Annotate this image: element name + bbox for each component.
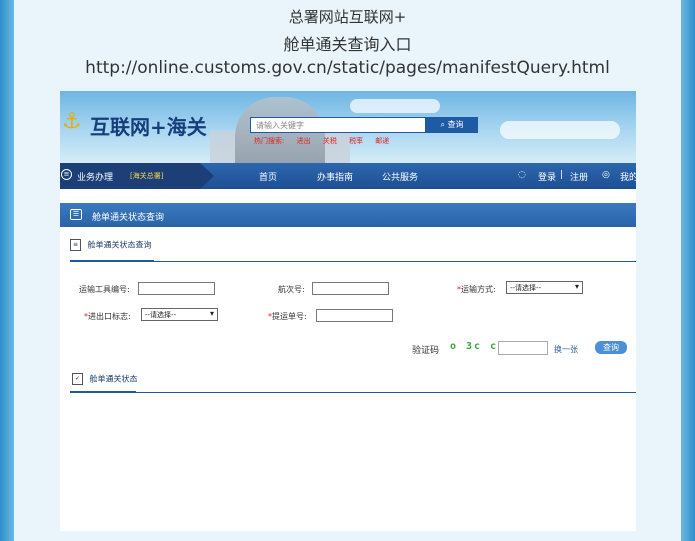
tab-active-indicator [70,260,154,262]
search-input[interactable]: 请输入关键字 [250,117,426,133]
left-frame-border [0,0,14,541]
ie-flag-select[interactable]: --请选择-- [141,308,218,321]
tab-results-label: 舱单通关状态 [89,374,138,384]
hot-search-item[interactable]: 税率 [349,137,363,145]
tab-query[interactable]: ≡ 舱单通关状态查询 [70,239,152,251]
nav-register[interactable]: 注册 [570,170,588,183]
hot-search-item[interactable]: 进出 [297,137,311,145]
transport-mode-label: *运输方式: [457,284,496,295]
clipboard-icon: ✓ [72,373,83,385]
nav-arrow-decoration [200,163,214,189]
main-nav: ≡ 业务办理 [海关总署] 首页 办事指南 公共服务 ◌ 登录 | 注册 ◎ 我… [60,163,636,189]
search-button-label: 查询 [447,120,464,129]
ie-flag-label: *进出口标志: [84,311,131,322]
section-title: 舱单通关状态查询 [92,213,165,223]
nav-hq-selector[interactable]: [海关总署] [130,171,163,181]
hot-searches: 热门搜索: 进出 关税 税率 邮递 [254,136,399,146]
document-search-icon: ≡ [70,239,81,251]
search-icon: ⌕ [440,120,445,129]
tab-query-label: 舱单通关状态查询 [87,240,152,250]
results-active-indicator [70,391,136,393]
vehicle-no-input[interactable] [138,282,215,295]
query-button[interactable]: 查询 [595,341,627,354]
nav-business[interactable]: 业务办理 [77,170,113,183]
captcha-label: 验证码 [412,346,440,356]
hot-search-item[interactable]: 邮递 [375,137,389,145]
nav-divider: | [560,170,564,180]
results-divider [70,392,636,393]
refresh-captcha-link[interactable]: 换一张 [554,344,578,355]
right-frame-border [681,0,695,541]
customs-emblem-icon: ⚓ [62,109,82,134]
tab-divider [70,261,636,262]
nav-public-service[interactable]: 公共服务 [382,170,418,183]
list-icon: ☰ [70,209,82,220]
caption-line-2: 舱单通关查询入口 [283,35,412,54]
website-screenshot: ⚓ 互联网+海关 请输入关键字 ⌕ 查询 热门搜索: 进出 关税 税率 邮递 ≡… [60,91,636,531]
bill-no-label-text: 提运单号: [272,312,307,321]
tab-results[interactable]: ✓ 舱单通关状态 [72,373,138,385]
login-icon: ◌ [518,170,526,180]
nav-mine[interactable]: 我的 [620,170,636,183]
nav-guide[interactable]: 办事指南 [317,170,353,183]
captcha-image[interactable]: o 3c c [450,341,498,352]
nav-login[interactable]: 登录 [538,170,556,183]
section-header: ☰ 舱单通关状态查询 [60,203,636,227]
search-button[interactable]: ⌕ 查询 [426,117,478,133]
cloud-decoration [500,121,620,139]
vehicle-no-label: 运输工具编号: [79,285,130,294]
bill-no-input[interactable] [316,309,393,322]
menu-icon[interactable]: ≡ [61,169,72,180]
site-logo[interactable]: 互联网+海关 [90,111,207,140]
caption-url: http://online.customs.gov.cn/static/page… [85,58,610,78]
ie-flag-label-text: 进出口标志: [88,312,131,321]
caption-line-1: 总署网站互联网+ [288,8,407,26]
hot-search-label: 热门搜索: [254,137,285,145]
transport-mode-label-text: 运输方式: [461,285,496,294]
transport-mode-select[interactable]: --请选择-- [506,281,583,294]
cloud-decoration [350,99,440,113]
voyage-label: 航次号: [278,285,305,294]
user-icon: ◎ [602,170,610,180]
captcha-input[interactable] [498,341,548,355]
nav-home[interactable]: 首页 [259,170,277,183]
header-banner: ⚓ 互联网+海关 请输入关键字 ⌕ 查询 热门搜索: 进出 关税 税率 邮递 [60,91,636,163]
bill-no-label: *提运单号: [268,311,307,322]
hot-search-item[interactable]: 关税 [323,137,337,145]
voyage-input[interactable] [312,282,389,295]
